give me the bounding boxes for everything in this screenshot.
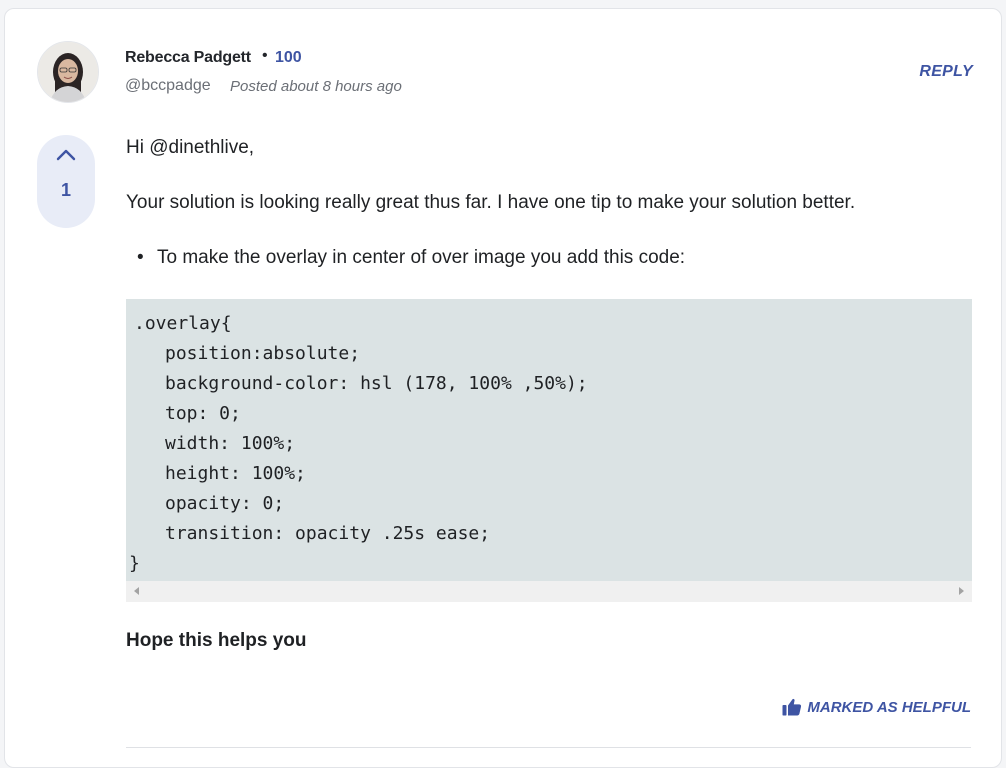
code-line: height: 100%;: [165, 463, 306, 484]
author-name[interactable]: Rebecca Padgett: [125, 49, 251, 67]
author-separator: •: [262, 47, 268, 64]
code-line: transition: opacity .25s ease;: [165, 523, 491, 544]
author-handle[interactable]: @bccpadge: [125, 77, 211, 95]
divider: [126, 747, 971, 748]
comment-closing: Hope this helps you: [126, 630, 307, 651]
author-score: 100: [275, 49, 302, 66]
list-item: • To make the overlay in center of over i…: [137, 247, 685, 269]
avatar-photo: [38, 42, 98, 102]
marked-helpful-button[interactable]: MARKED AS HELPFUL: [782, 698, 971, 716]
comment-paragraph: Your solution is looking really great th…: [126, 192, 856, 213]
horizontal-scrollbar[interactable]: [126, 581, 972, 602]
avatar[interactable]: [37, 41, 99, 103]
code-content: .overlay{ position:absolute; background-co…: [126, 299, 972, 579]
thumbs-up-icon: [782, 698, 802, 716]
reply-button[interactable]: REPLY: [919, 63, 973, 81]
code-block: .overlay{ position:absolute; background-co…: [126, 299, 972, 602]
marked-helpful-label: MARKED AS HELPFUL: [807, 698, 971, 716]
code-line: }: [129, 553, 140, 574]
code-line: width: 100%;: [165, 433, 296, 454]
code-line: position:absolute;: [165, 343, 361, 364]
post-timestamp: Posted about 8 hours ago: [230, 78, 402, 95]
vote-count: 1: [60, 180, 71, 200]
bullet-icon: •: [137, 247, 144, 268]
list-item-text: To make the overlay in center of over im…: [157, 247, 686, 268]
scroll-right-arrow-icon[interactable]: [959, 587, 964, 595]
code-line: .overlay{: [134, 313, 232, 334]
comment-greeting: Hi @dinethlive,: [126, 137, 255, 158]
scroll-left-arrow-icon[interactable]: [134, 587, 139, 595]
code-line: opacity: 0;: [165, 493, 285, 514]
code-line: top: 0;: [165, 403, 241, 424]
chevron-up-icon: [56, 149, 76, 161]
upvote-button[interactable]: 1: [37, 135, 95, 228]
code-line: background-color: hsl (178, 100% ,50%);: [165, 373, 588, 394]
comment-card: Rebecca Padgett • 100 @bccpadge Posted a…: [4, 8, 1002, 768]
